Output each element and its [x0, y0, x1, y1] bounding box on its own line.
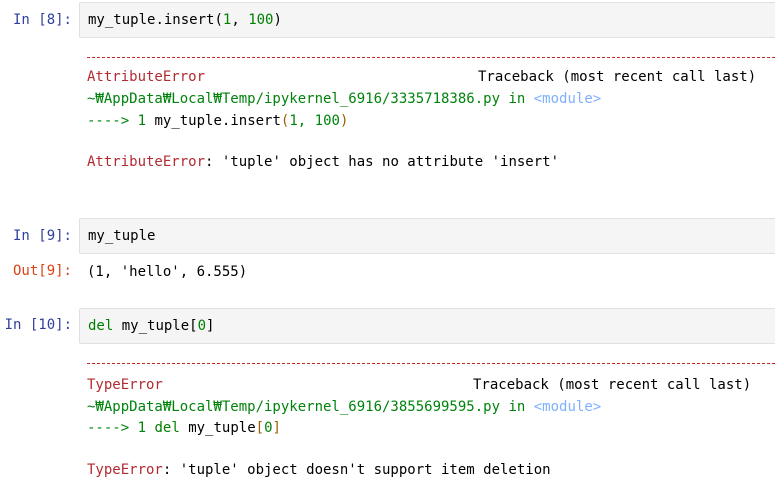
code-token: my_tuple — [154, 113, 222, 129]
code-token-number: 0 — [264, 420, 273, 436]
traceback-path: ~₩AppData₩Local₩Temp/ipykernel_6916/3855… — [87, 399, 501, 415]
traceback-code-line: ----> 1 my_tuple.insert(1, 100) — [87, 112, 348, 130]
code-line: my_tuple.insert(1, 100) — [88, 11, 282, 29]
code-line: del my_tuple[0] — [88, 317, 214, 335]
code-token-bracket: ] — [272, 420, 281, 436]
code-token: my_tuple — [113, 318, 190, 334]
traceback-arrow: ----> — [87, 113, 130, 129]
code-token: my_tuple — [179, 420, 256, 436]
traceback-in: in — [508, 399, 526, 415]
error-name: TypeError — [87, 377, 163, 393]
traceback-path-line: ~₩AppData₩Local₩Temp/ipykernel_6916/3855… — [87, 398, 601, 416]
traceback-label: Traceback (most recent call last) — [473, 377, 752, 393]
traceback-separator — [87, 57, 775, 58]
code-token-number: 0 — [197, 318, 207, 334]
code-cell-9-input[interactable]: my_tuple — [79, 218, 775, 254]
code-token: ] — [206, 318, 215, 334]
code-cell-10-input[interactable]: del my_tuple[0] — [79, 308, 775, 344]
traceback-in: in — [508, 91, 526, 107]
traceback-module: <module> — [533, 399, 602, 415]
code-token-bracket: [ — [255, 420, 265, 436]
error-name: AttributeError — [87, 69, 206, 85]
traceback-separator — [87, 363, 775, 364]
code-token: my_tuple — [88, 12, 156, 28]
error-message: : 'tuple' object has no attribute 'inser… — [205, 154, 560, 170]
code-token-keyword: del — [154, 420, 180, 436]
traceback-label: Traceback (most recent call last) — [478, 69, 757, 85]
in-prompt-8: In [8]: — [12, 12, 72, 28]
error-final-name: TypeError — [87, 462, 163, 478]
code-token: .insert — [155, 12, 215, 28]
traceback-code-line: ----> 1 del my_tuple[0] — [87, 419, 281, 437]
code-token: ) — [273, 12, 282, 28]
code-line: my_tuple — [88, 228, 156, 244]
code-token: , — [231, 12, 249, 28]
traceback-path-line: ~₩AppData₩Local₩Temp/ipykernel_6916/3335… — [87, 90, 601, 108]
code-token: ( — [214, 12, 223, 28]
code-cell-8-input[interactable]: my_tuple.insert(1, 100) — [79, 2, 775, 38]
cell-output: (1, 'hello', 6.555) — [87, 264, 248, 280]
code-token-paren: ) — [339, 113, 349, 129]
error-final-name: AttributeError — [87, 154, 206, 170]
in-prompt-10: In [10]: — [4, 317, 72, 333]
code-token-number: 100 — [248, 12, 274, 28]
traceback-path: ~₩AppData₩Local₩Temp/ipykernel_6916/3335… — [87, 91, 501, 107]
traceback-module: <module> — [533, 91, 602, 107]
code-token-args: 1, 100 — [289, 113, 340, 129]
traceback-line-number: 1 — [137, 113, 147, 129]
in-prompt-9: In [9]: — [12, 228, 72, 244]
error-message-line: TypeError: 'tuple' object doesn't suppor… — [87, 461, 551, 479]
code-token-keyword: del — [88, 318, 114, 334]
traceback-line-number: 1 — [137, 420, 147, 436]
code-token: [ — [189, 318, 198, 334]
out-prompt-9: Out[9]: — [12, 263, 72, 279]
traceback-arrow: ----> — [87, 420, 130, 436]
error-message-line: AttributeError: 'tuple' object has no at… — [87, 153, 559, 171]
code-token: .insert — [221, 113, 281, 129]
error-message: : 'tuple' object doesn't support item de… — [162, 462, 551, 478]
